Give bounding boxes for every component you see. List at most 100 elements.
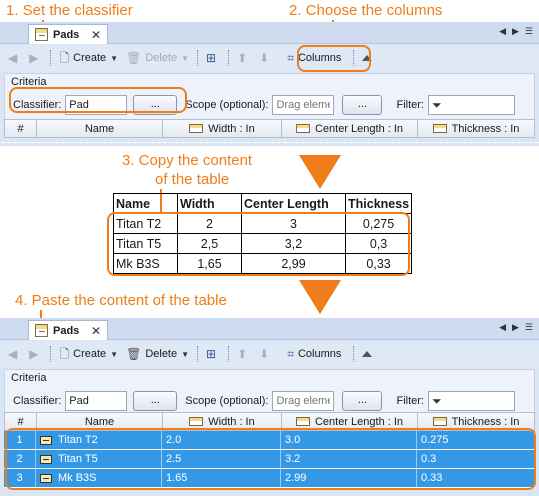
hierarchy-button[interactable]: ⊞ <box>202 343 224 365</box>
row-thickness-cell[interactable]: 0.33 <box>417 469 533 487</box>
row-name-cell[interactable]: Titan T5 <box>36 450 162 468</box>
row-thickness-cell[interactable]: 0.3 <box>417 450 533 468</box>
close-icon[interactable]: ✕ <box>91 324 101 338</box>
copied-cell: 3 <box>241 213 346 234</box>
arrow-left-icon: ◀ <box>8 347 18 361</box>
collapse-button[interactable] <box>358 47 376 69</box>
columns-button[interactable]: ⌗ Columns <box>283 343 345 365</box>
row-width-cell[interactable]: 2.0 <box>162 431 281 449</box>
copied-table: Name Width Center Length Thickness Titan… <box>113 193 413 274</box>
scope-input[interactable] <box>272 391 335 411</box>
menu-icon[interactable]: ☰ <box>525 26 533 37</box>
copied-cell: 3,2 <box>241 233 346 254</box>
forward-button[interactable]: ▶ <box>25 343 46 365</box>
row-name-cell[interactable]: Titan T2 <box>36 431 162 449</box>
filter-input[interactable]: ⏷ <box>427 95 515 115</box>
column-header-number[interactable]: # <box>5 120 37 137</box>
delete-button[interactable]: 🗑 Delete ▼ <box>122 47 193 69</box>
create-button[interactable]: 🗋 Create ▼ <box>55 47 122 69</box>
table-row[interactable]: 1 Titan T2 2.0 3.0 0.275 <box>4 431 535 450</box>
toolbar-separator <box>197 346 199 362</box>
hierarchy-button[interactable]: ⊞ <box>202 47 224 69</box>
row-center-length-cell[interactable]: 3.0 <box>281 431 417 449</box>
scroll-left-icon[interactable]: ◀ <box>499 322 506 333</box>
scroll-right-icon[interactable]: ▶ <box>512 322 519 333</box>
collapse-button[interactable] <box>358 343 376 365</box>
annotation-step-2: 2. Choose the columns <box>289 2 443 19</box>
block-icon <box>40 473 52 483</box>
scope-browse-button[interactable]: ... <box>342 391 383 411</box>
column-header-thickness[interactable]: Thickness : In <box>418 413 534 430</box>
arrow-up-icon: ⬆ <box>237 347 248 361</box>
move-up-button[interactable]: ⬆ <box>233 47 255 69</box>
table-row[interactable]: 2 Titan T5 2.5 3.2 0.3 <box>4 450 535 469</box>
classifier-input[interactable] <box>65 391 128 411</box>
column-header-thickness-label: Thickness : In <box>451 415 520 428</box>
column-header-name[interactable]: Name <box>37 120 163 137</box>
copied-table-row: Titan T2 2 3 0,275 <box>113 213 413 234</box>
copied-header-width: Width <box>177 193 242 214</box>
columns-button[interactable]: ⌗ Columns <box>283 47 345 69</box>
classifier-browse-button[interactable]: ... <box>133 391 178 411</box>
scope-label: Scope (optional): <box>185 99 269 111</box>
row-width-cell[interactable]: 2.5 <box>162 450 281 468</box>
scroll-right-icon[interactable]: ▶ <box>512 26 519 37</box>
copied-cell: Titan T5 <box>113 233 178 254</box>
copied-cell: 0,275 <box>344 213 413 234</box>
tab-pads[interactable]: Pads ✕ <box>28 24 108 44</box>
filter-icon[interactable]: ⏷ <box>432 98 442 113</box>
column-header-width[interactable]: Width : In <box>163 413 282 430</box>
classifier-label: Classifier: <box>13 395 62 407</box>
column-header-center-length-label: Center Length : In <box>314 415 404 428</box>
property-icon <box>295 124 310 133</box>
row-center-length-cell[interactable]: 3.2 <box>281 450 417 468</box>
close-icon[interactable]: ✕ <box>91 28 101 42</box>
property-icon <box>295 417 310 426</box>
column-header-number[interactable]: # <box>5 413 37 430</box>
column-header-width[interactable]: Width : In <box>163 120 282 137</box>
copied-header-name: Name <box>113 193 178 214</box>
tab-pads[interactable]: Pads ✕ <box>28 320 108 340</box>
move-down-button[interactable]: ⬇ <box>255 343 277 365</box>
forward-button[interactable]: ▶ <box>25 47 46 69</box>
chevron-down-icon: ▼ <box>110 53 119 63</box>
menu-icon[interactable]: ☰ <box>525 322 533 333</box>
copied-cell: Titan T2 <box>113 213 178 234</box>
classifier-input[interactable] <box>65 95 128 115</box>
block-icon <box>40 454 52 464</box>
scope-label: Scope (optional): <box>185 395 269 407</box>
property-icon <box>432 417 447 426</box>
column-header-width-label: Width : In <box>208 415 255 428</box>
column-header-center-length-label: Center Length : In <box>314 122 404 135</box>
toolbar-separator <box>228 50 230 66</box>
scope-input[interactable] <box>272 95 335 115</box>
row-center-length-cell[interactable]: 2.99 <box>281 469 417 487</box>
filter-icon[interactable]: ⏷ <box>432 394 442 409</box>
move-down-button[interactable]: ⬇ <box>255 47 277 69</box>
criteria-row: Classifier: ... Scope (optional): ... Fi… <box>5 388 534 414</box>
trash-icon: 🗑 <box>126 347 142 361</box>
filter-label: Filter: <box>396 395 424 407</box>
columns-label: Columns <box>297 52 342 64</box>
tab-label: Pads <box>53 324 80 337</box>
row-thickness-cell[interactable]: 0.275 <box>417 431 533 449</box>
back-button[interactable]: ◀ <box>4 47 25 69</box>
classifier-browse-button[interactable]: ... <box>133 95 178 115</box>
row-width-cell[interactable]: 1.65 <box>162 469 281 487</box>
torn-edge <box>0 140 539 146</box>
move-up-button[interactable]: ⬆ <box>233 343 255 365</box>
arrow-down-icon <box>299 280 341 314</box>
column-header-center-length[interactable]: Center Length : In <box>282 120 418 137</box>
column-header-thickness[interactable]: Thickness : In <box>418 120 534 137</box>
back-button[interactable]: ◀ <box>4 343 25 365</box>
create-label: Create <box>73 52 107 64</box>
delete-button[interactable]: 🗑 Delete ▼ <box>122 343 193 365</box>
create-button[interactable]: 🗋 Create ▼ <box>55 343 122 365</box>
row-name-cell[interactable]: Mk B3S <box>36 469 162 487</box>
column-header-name[interactable]: Name <box>37 413 163 430</box>
filter-input[interactable]: ⏷ <box>427 391 515 411</box>
table-row[interactable]: 3 Mk B3S 1.65 2.99 0.33 <box>4 469 535 488</box>
scroll-left-icon[interactable]: ◀ <box>499 26 506 37</box>
column-header-center-length[interactable]: Center Length : In <box>282 413 418 430</box>
scope-browse-button[interactable]: ... <box>342 95 383 115</box>
